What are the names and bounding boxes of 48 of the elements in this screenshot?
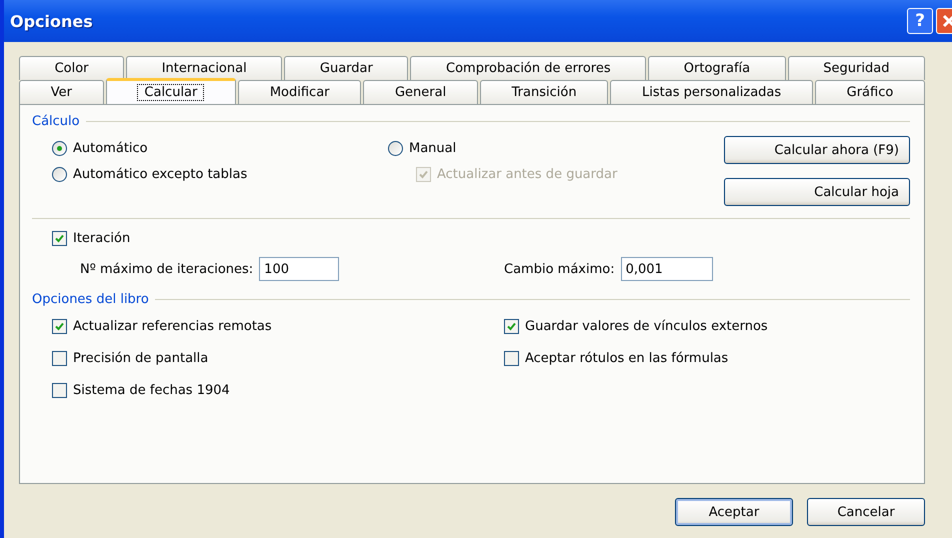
checkmark-icon — [418, 168, 429, 180]
tab[interactable]: Transición — [480, 80, 608, 104]
checkbox-label: Iteración — [73, 230, 130, 246]
checkbox-label: Aceptar rótulos en las fórmulas — [525, 350, 728, 366]
checkbox-label: Actualizar antes de guardar — [437, 166, 618, 182]
radio-label: Automático — [73, 140, 148, 156]
calculate-button[interactable]: Calcular hoja — [724, 178, 910, 206]
checkbox[interactable] — [52, 382, 67, 398]
window-title: Opciones — [10, 12, 94, 30]
tab[interactable]: Ortografía — [648, 56, 786, 80]
checkbox-label: Precisión de pantalla — [73, 350, 208, 366]
input-field[interactable]: 0,001 — [620, 257, 713, 281]
tab[interactable]: Color — [19, 56, 124, 80]
section-title: Opciones del libro — [32, 292, 149, 306]
dialog-button[interactable]: Aceptar — [675, 498, 793, 526]
checkmark-icon — [54, 320, 65, 332]
tab[interactable]: Seguridad — [788, 56, 926, 80]
radio-button[interactable] — [52, 140, 67, 156]
checkbox[interactable] — [504, 350, 519, 366]
checkbox[interactable] — [52, 230, 67, 246]
radio-label: Automático excepto tablas — [73, 166, 248, 182]
checkmark-icon — [506, 320, 517, 332]
checkbox-label: Actualizar referencias remotas — [73, 318, 272, 334]
tab[interactable]: Ver — [19, 80, 104, 104]
field-label: Nº máximo de iteraciones: — [80, 262, 254, 276]
input-field[interactable]: 100 — [259, 257, 340, 281]
checkbox[interactable] — [52, 318, 67, 334]
checkbox-label: Sistema de fechas 1904 — [73, 382, 230, 398]
radio-button[interactable] — [52, 166, 67, 182]
tab[interactable]: General — [363, 80, 478, 104]
radio-label: Manual — [409, 140, 456, 156]
checkbox[interactable] — [52, 350, 67, 366]
checkmark-icon — [54, 232, 65, 244]
help-button[interactable]: ? — [907, 8, 933, 34]
tab[interactable]: Internacional — [126, 56, 282, 80]
calculate-button[interactable]: Calcular ahora (F9) — [724, 136, 910, 164]
section-title: Cálculo — [32, 114, 80, 128]
tab[interactable]: Comprobación de errores — [410, 56, 646, 80]
radio-button[interactable] — [388, 140, 403, 156]
tab[interactable]: Gráfico — [814, 80, 926, 104]
tab[interactable]: Guardar — [284, 56, 408, 80]
field-label: Cambio máximo: — [504, 262, 615, 276]
tab[interactable]: Listas personalizadas — [610, 80, 813, 104]
checkbox-label: Guardar valores de vínculos externos — [525, 318, 768, 334]
tab[interactable]: Modificar — [238, 80, 362, 104]
dialog-button[interactable]: Cancelar — [807, 498, 925, 526]
checkbox[interactable] — [504, 318, 519, 334]
tab[interactable]: Calcular — [106, 78, 236, 104]
